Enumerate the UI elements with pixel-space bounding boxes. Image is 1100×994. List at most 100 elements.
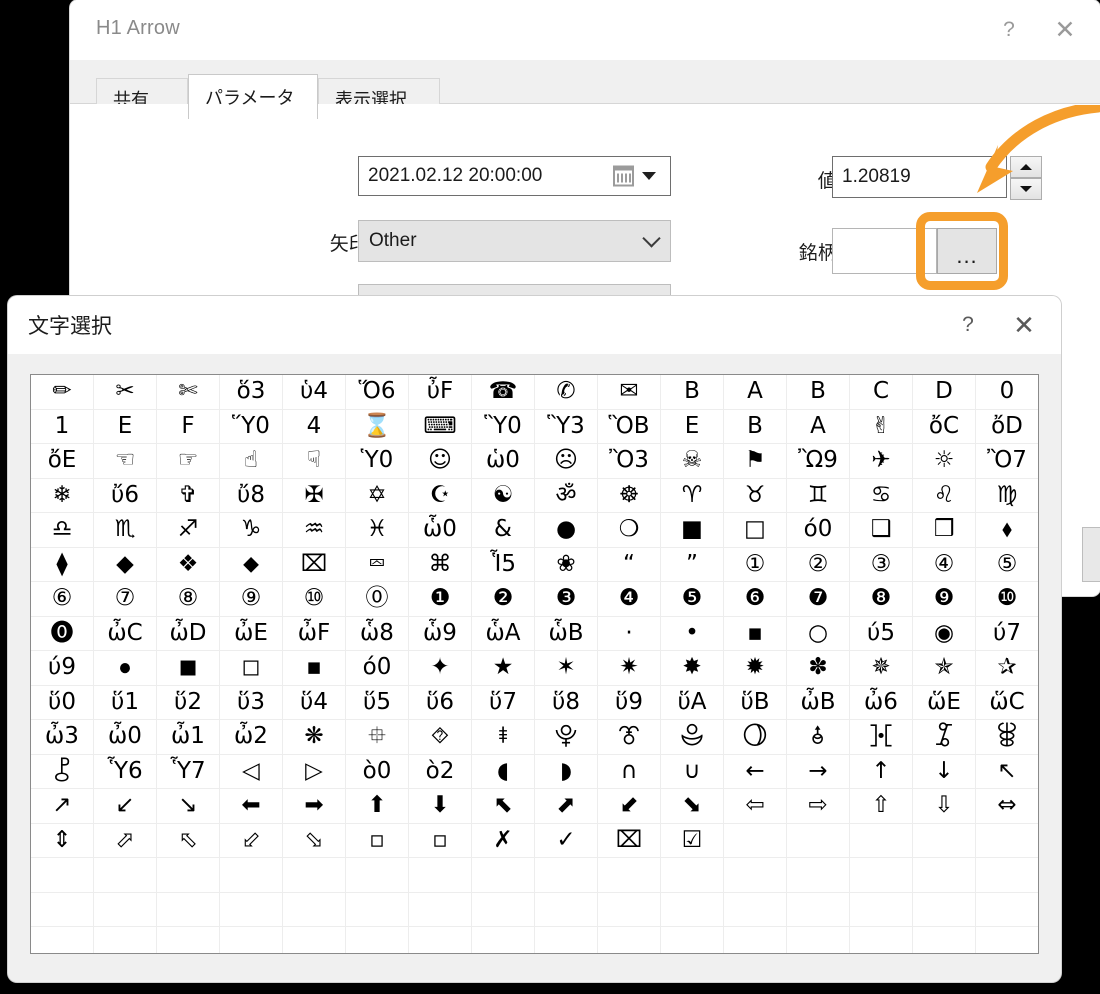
symbol-cell[interactable]: ὧA [472, 617, 535, 652]
close-icon[interactable]: ✕ [1001, 305, 1047, 345]
symbol-cell[interactable]: ♓ [346, 513, 409, 548]
symbol-cell[interactable]: ❷ [472, 582, 535, 617]
symbol-cell[interactable]: ⬆ [346, 789, 409, 824]
symbol-cell[interactable]: → [787, 755, 850, 790]
symbol-cell[interactable]: ὦB [787, 686, 850, 721]
symbol-cell[interactable]: ▫ [409, 824, 472, 859]
symbol-cell[interactable]: ✉ [598, 375, 661, 410]
symbol-cell[interactable]: ☠ [661, 444, 724, 479]
symbol-cell[interactable]: ὕ0 [31, 686, 94, 721]
symbol-grid[interactable]: ✏ ✂ ✄ ὅ3 ὑ4 Ὅ6 ὖF ☎ ✆ ✉ ὜B ὎A ὎B ὎C ὎D ὜0 ὜1 ὜E ὜F Ὕ0 ὜4 ⌛ ⌨ Ὓ0… [31, 375, 1039, 954]
symbol-cell[interactable]: ὕ8 [535, 686, 598, 721]
symbol-cell[interactable]: ⌧ [598, 824, 661, 859]
symbol-cell[interactable]: & [472, 513, 535, 548]
symbol-cell[interactable]: ὧB [535, 617, 598, 652]
symbol-cell[interactable]: ύ9 [31, 651, 94, 686]
symbol-cell[interactable]: ♍ [976, 479, 1039, 514]
symbol-cell[interactable]: ↙ [94, 789, 157, 824]
symbol-cell[interactable]: ὕ7 [472, 686, 535, 721]
symbol-cell[interactable]: ὦ3 [31, 720, 94, 755]
symbol-cell[interactable]: ὕ3 [220, 686, 283, 721]
symbol-cell[interactable]: ☪ [409, 479, 472, 514]
symbol-cell[interactable]: ὦD [157, 617, 220, 652]
symbol-cell[interactable]: ◉ [913, 617, 976, 652]
symbol-cell[interactable]: ← [724, 755, 787, 790]
symbol-cell[interactable]: ✯ [913, 651, 976, 686]
symbol-cell[interactable]: ⑩ [283, 582, 346, 617]
symbol-cell[interactable]: ⬂ [283, 824, 346, 859]
symbol-cell[interactable]: ⚑ [724, 444, 787, 479]
side-button[interactable] [1082, 527, 1100, 582]
chevron-down-icon[interactable] [642, 172, 656, 180]
symbol-cell[interactable]: ✶ [535, 651, 598, 686]
symbol-cell[interactable]: ⌛ [346, 410, 409, 445]
symbol-cell[interactable]: ⬃ [220, 824, 283, 859]
symbol-cell[interactable]: ♐ [157, 513, 220, 548]
symbol-cell[interactable]: ” [661, 548, 724, 583]
symbol-cell[interactable]: ✄ [157, 375, 220, 410]
symbol-cell[interactable]: ✹ [724, 651, 787, 686]
symbol-cell[interactable]: ● [535, 513, 598, 548]
symbol-cell[interactable]: ♎ [31, 513, 94, 548]
symbol-cell[interactable]: ὜4 [283, 410, 346, 445]
symbol-cell[interactable]: ☺ [409, 444, 472, 479]
symbol-cell[interactable]: ὖF [409, 375, 472, 410]
symbol-cell[interactable]: ύ5 [850, 617, 913, 652]
symbol-cell[interactable]: ὕB [724, 686, 787, 721]
symbol-cell[interactable]: ⬁ [157, 824, 220, 859]
help-icon[interactable]: ? [945, 305, 991, 345]
symbol-cell[interactable]: ⑦ [94, 582, 157, 617]
symbol-cell[interactable]: ✷ [598, 651, 661, 686]
symbol-cell[interactable]: ↗ [31, 789, 94, 824]
symbol-cell[interactable]: ✰ [976, 651, 1039, 686]
symbol-cell[interactable]: ∩ [598, 755, 661, 790]
symbol-cell[interactable]: ❻ [724, 582, 787, 617]
symbol-cell[interactable]: ὸ2 [409, 755, 472, 790]
symbol-cell[interactable]: ὋB [598, 410, 661, 445]
symbol-cell[interactable]: ↑ [850, 755, 913, 790]
symbol-cell[interactable]: ⬇ [409, 789, 472, 824]
symbol-cell[interactable]: ὎A [724, 375, 787, 410]
symbol-cell[interactable]: ❀ [535, 548, 598, 583]
symbol-cell[interactable]: ☝ [220, 444, 283, 479]
symbol-cell[interactable]: ① [724, 548, 787, 583]
symbol-cell[interactable]: ό0 [787, 513, 850, 548]
symbol-cell[interactable]: ⇦ [724, 789, 787, 824]
symbol-cell[interactable]: ♈ [661, 479, 724, 514]
symbol-cell[interactable]: ὄD [976, 410, 1039, 445]
symbol-cell[interactable]: ⯚ [976, 720, 1039, 755]
symbol-cell[interactable]: ✵ [850, 651, 913, 686]
symbol-cell[interactable]: ✠ [283, 479, 346, 514]
symbol-cell[interactable]: ὦF [283, 617, 346, 652]
symbol-cell[interactable]: ☯ [472, 479, 535, 514]
symbol-cell[interactable]: ὄC [913, 410, 976, 445]
symbol-cell[interactable]: ⑨ [220, 582, 283, 617]
symbol-cell[interactable]: ⬀ [94, 824, 157, 859]
symbol-cell[interactable]: ⯖ [724, 720, 787, 755]
symbol-cell[interactable]: ὔ8 [220, 479, 283, 514]
symbol-cell[interactable]: Ὂ3 [598, 444, 661, 479]
symbol-cell[interactable]: ⯑ [409, 720, 472, 755]
symbol-cell[interactable]: ⌧ [283, 548, 346, 583]
symbol-cell[interactable]: ὡ0 [472, 444, 535, 479]
symbol-cell[interactable]: ✞ [157, 479, 220, 514]
symbol-cell[interactable]: ♌ [913, 479, 976, 514]
symbol-cell[interactable]: ὜B [661, 375, 724, 410]
symbol-cell[interactable]: ③ [850, 548, 913, 583]
symbol-cell[interactable]: ⯒ [472, 720, 535, 755]
symbol-cell[interactable]: ✦ [409, 651, 472, 686]
symbol-cell[interactable]: Ὢ9 [787, 444, 850, 479]
value-stepper[interactable] [1010, 156, 1042, 200]
symbol-cell[interactable]: ❑ [850, 513, 913, 548]
symbol-cell[interactable]: ὎C [850, 375, 913, 410]
symbol-cell[interactable]: ⬉ [472, 789, 535, 824]
symbol-cell[interactable]: ☼ [913, 444, 976, 479]
symbol-cell[interactable]: Ὗ7 [157, 755, 220, 790]
symbol-cell[interactable]: ό0 [346, 651, 409, 686]
symbol-cell[interactable]: Ὓ3 [535, 410, 598, 445]
symbol-cell[interactable]: ➡ [283, 789, 346, 824]
symbol-cell[interactable]: ⬥ [220, 548, 283, 583]
symbol-cell[interactable]: ↓ [913, 755, 976, 790]
symbol-cell[interactable]: ὕ9 [598, 686, 661, 721]
symbol-cell[interactable]: ▫ [346, 824, 409, 859]
